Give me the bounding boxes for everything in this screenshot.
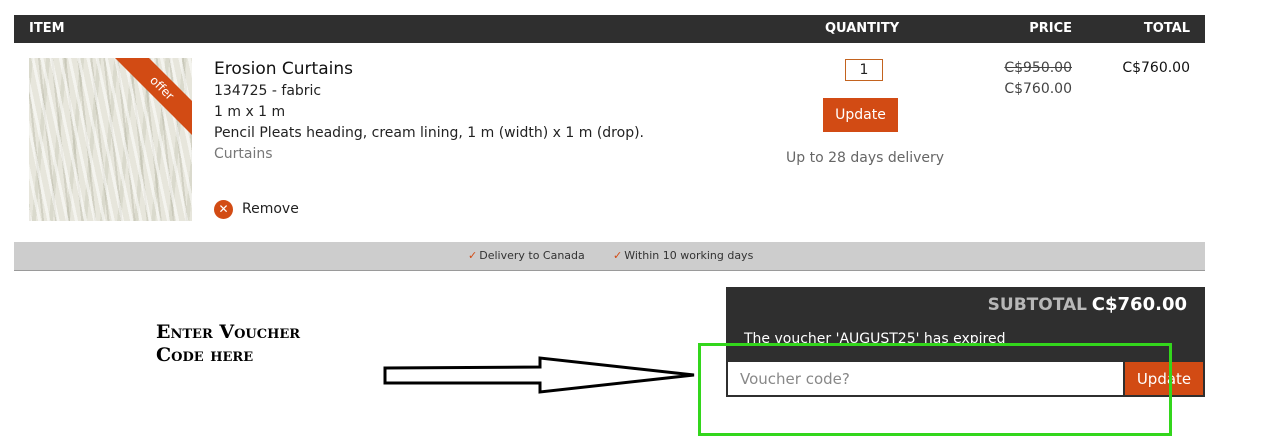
product-image[interactable]: offer [29, 58, 192, 221]
annotation-note: Enter Voucher Code here [156, 321, 300, 367]
subtotal-label: SUBTOTAL [987, 295, 1087, 315]
annotation-line-2: Code here [156, 344, 254, 366]
product-description: Pencil Pleats heading, cream lining, 1 m… [214, 125, 644, 141]
original-price: C$950.00 [1004, 60, 1072, 76]
apply-voucher-button[interactable]: Update [1125, 362, 1203, 395]
voucher-code-input[interactable] [728, 362, 1123, 395]
delivery-time: Up to 28 days delivery [786, 150, 945, 166]
header-item: ITEM [29, 21, 65, 36]
close-circle-icon: ✕ [214, 200, 233, 219]
delivery-info-item: ✓ Delivery to Canada [468, 249, 585, 262]
header-price: PRICE [1029, 21, 1072, 36]
checkmark-icon: ✓ [613, 249, 623, 262]
sale-price: C$760.00 [1004, 81, 1072, 97]
product-category: Curtains [214, 146, 273, 162]
line-total: C$760.00 [1122, 60, 1190, 76]
header-total: TOTAL [1143, 21, 1190, 36]
delivery-info-bar: ✓ Delivery to Canada ✓ Within 10 working d… [14, 242, 1205, 271]
remove-label: Remove [242, 201, 299, 217]
product-size: 1 m x 1 m [214, 104, 286, 120]
subtotal-value: C$760.00 [1091, 294, 1187, 315]
cart-table-header: ITEM QUANTITY PRICE TOTAL [14, 15, 1205, 43]
quantity-input[interactable] [845, 59, 883, 81]
annotation-line-1: Enter Voucher [156, 321, 301, 343]
product-name[interactable]: Erosion Curtains [214, 59, 353, 79]
delivery-info-item: ✓ Within 10 working days [613, 249, 753, 262]
header-quantity: QUANTITY [825, 21, 900, 36]
delivery-country: Delivery to Canada [479, 249, 585, 262]
delivery-window: Within 10 working days [624, 249, 754, 262]
voucher-expired-message: The voucher 'AUGUST25' has expired [744, 331, 1006, 347]
product-sku: 134725 - fabric [214, 83, 322, 99]
checkmark-icon: ✓ [468, 249, 478, 262]
update-quantity-button[interactable]: Update [823, 98, 898, 132]
order-summary: SUBTOTAL C$760.00 The voucher 'AUGUST25'… [726, 287, 1205, 397]
offer-badge: offer [111, 58, 192, 139]
right-arrow-icon [383, 356, 695, 394]
